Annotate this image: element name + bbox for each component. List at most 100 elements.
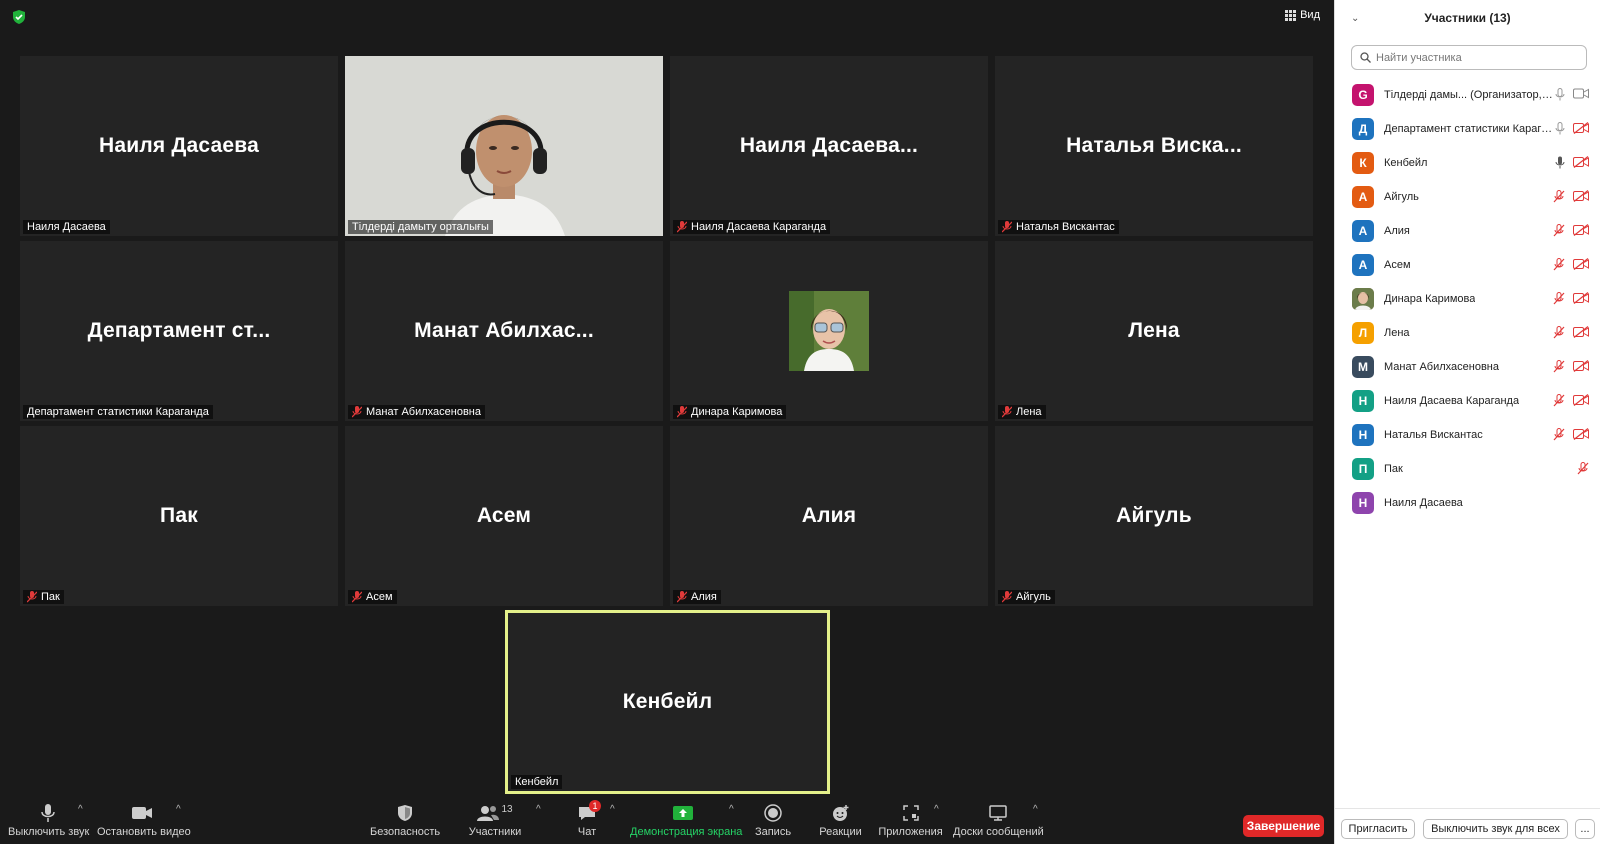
tile-label-text: Наиля Дасаева <box>27 221 106 233</box>
muted-mic-icon[interactable] <box>1553 360 1565 373</box>
person-video <box>345 56 663 236</box>
participant-row[interactable]: А Алия <box>1335 214 1600 248</box>
tile-display-name: Наталья Виска... <box>1066 134 1242 157</box>
participant-status-icons <box>1553 224 1589 237</box>
tile-display-name: Лена <box>1128 319 1180 342</box>
end-meeting-button[interactable]: Завершение <box>1243 815 1324 837</box>
invite-button[interactable]: Пригласить <box>1341 819 1415 839</box>
participant-row[interactable]: А Асем <box>1335 248 1600 282</box>
video-off-icon[interactable] <box>1573 156 1589 168</box>
participant-status-icons <box>1553 326 1589 339</box>
video-tile[interactable]: Манат Абилхас... Манат Абилхасеновна <box>345 241 663 421</box>
whiteboards-button[interactable]: Доски сообщений <box>953 802 1044 838</box>
muted-mic-icon[interactable] <box>1577 462 1589 475</box>
participant-row[interactable]: К Кенбейл <box>1335 146 1600 180</box>
share-options-caret[interactable]: ^ <box>729 804 734 815</box>
mute-button[interactable]: Выключить звук <box>8 802 89 838</box>
video-tile[interactable]: Департамент ст... Департамент статистики… <box>20 241 338 421</box>
security-button[interactable]: Безопасность <box>370 802 440 838</box>
video-tile[interactable]: Айгуль Айгуль <box>995 426 1313 606</box>
video-off-icon[interactable] <box>1573 394 1589 406</box>
video-tile[interactable]: Алия Алия <box>670 426 988 606</box>
tile-name-label: Алия <box>673 590 721 604</box>
muted-mic-icon[interactable] <box>1553 428 1565 441</box>
video-options-caret[interactable]: ^ <box>176 804 181 815</box>
tile-display-name: Департамент ст... <box>87 319 271 342</box>
video-tile[interactable]: Пак Пак <box>20 426 338 606</box>
microphone-icon[interactable] <box>1555 88 1565 101</box>
avatar: А <box>1352 186 1374 208</box>
video-tile[interactable]: Асем Асем <box>345 426 663 606</box>
participant-row[interactable]: Н Наталья Вискантас <box>1335 418 1600 452</box>
whiteboards-options-caret[interactable]: ^ <box>1033 804 1038 815</box>
chat-options-caret[interactable]: ^ <box>610 804 615 815</box>
participant-search[interactable] <box>1351 45 1587 70</box>
video-off-icon[interactable] <box>1573 326 1589 338</box>
active-speaker-tile[interactable]: Кенбейл Кенбейл <box>505 610 830 794</box>
video-off-icon[interactable] <box>1573 122 1589 134</box>
tile-name-label: Лена <box>998 405 1046 419</box>
share-screen-button[interactable]: Демонстрация экрана <box>630 802 742 838</box>
participant-row[interactable]: Н Наиля Дасаева Караганда <box>1335 384 1600 418</box>
video-tile-live[interactable]: Тілдерді дамыту орталығы <box>345 56 663 236</box>
view-label: Вид <box>1300 9 1320 21</box>
mute-all-button[interactable]: Выключить звук для всех <box>1423 819 1568 839</box>
more-options-button[interactable]: ... <box>1575 819 1595 839</box>
muted-mic-icon[interactable] <box>1553 258 1565 271</box>
record-button[interactable]: Запись <box>753 802 793 838</box>
video-off-icon[interactable] <box>1573 190 1589 202</box>
tile-label-text: Айгуль <box>1016 591 1051 603</box>
muted-mic-icon[interactable] <box>1553 292 1565 305</box>
participant-status-icons <box>1553 394 1589 407</box>
reactions-label: Реакции <box>819 826 862 838</box>
search-input[interactable] <box>1376 51 1576 64</box>
apps-options-caret[interactable]: ^ <box>934 804 939 815</box>
participant-row[interactable]: Динара Каримова <box>1335 282 1600 316</box>
participant-name: Кенбейл <box>1384 157 1428 169</box>
avatar: К <box>1352 152 1374 174</box>
participants-icon <box>477 806 500 821</box>
tile-name-label: Наиля Дасаева <box>23 220 110 234</box>
meeting-toolbar: Выключить звук ^ Остановить видео ^ Безо… <box>0 798 1334 844</box>
security-label: Безопасность <box>370 826 441 838</box>
stop-video-button[interactable]: Остановить видео <box>97 802 191 838</box>
participant-row[interactable]: А Айгуль <box>1335 180 1600 214</box>
video-tile[interactable]: Наиля Дасаева Наиля Дасаева <box>20 56 338 236</box>
participant-row[interactable]: G Тілдерді дамы... (Организатор, я) <box>1335 78 1600 112</box>
tile-name-label: Наиля Дасаева Караганда <box>673 220 831 234</box>
tile-display-name: Асем <box>476 504 532 527</box>
tile-label-text: Пак <box>41 591 60 603</box>
video-tile[interactable]: Лена Лена <box>995 241 1313 421</box>
participant-row[interactable]: М Манат Абилхасеновна <box>1335 350 1600 384</box>
participant-row[interactable]: Л Лена <box>1335 316 1600 350</box>
avatar: G <box>1352 84 1374 106</box>
zoom-app: Вид Наиля Дасаева Наиля Дасаева Тілдерді… <box>0 0 1600 844</box>
shield-icon[interactable] <box>12 10 26 24</box>
muted-mic-icon[interactable] <box>1553 394 1565 407</box>
participants-button[interactable]: 13 Участники <box>465 802 525 839</box>
video-off-icon[interactable] <box>1573 292 1589 304</box>
video-tile[interactable]: Наиля Дасаева... Наиля Дасаева Караганда <box>670 56 988 236</box>
microphone-icon[interactable] <box>1555 122 1565 135</box>
participant-row[interactable]: П Пак <box>1335 452 1600 486</box>
view-button[interactable]: Вид <box>1285 9 1320 21</box>
microphone-icon[interactable] <box>1555 156 1565 169</box>
participants-label: Участники <box>468 826 522 838</box>
muted-mic-icon[interactable] <box>1553 224 1565 237</box>
participants-options-caret[interactable]: ^ <box>536 804 541 815</box>
participant-row[interactable]: Н Наиля Дасаева <box>1335 486 1600 520</box>
muted-mic-icon[interactable] <box>1553 190 1565 203</box>
muted-mic-icon[interactable] <box>1553 326 1565 339</box>
video-camera-icon[interactable] <box>1573 88 1589 99</box>
video-off-icon[interactable] <box>1573 224 1589 236</box>
video-off-icon[interactable] <box>1573 258 1589 270</box>
chat-button[interactable]: 1 Чат <box>567 800 607 838</box>
video-tile[interactable]: Наталья Виска... Наталья Вискантас <box>995 56 1313 236</box>
tile-name-label: Наталья Вискантас <box>998 220 1119 234</box>
reactions-button[interactable]: Реакции <box>818 802 863 838</box>
video-tile[interactable]: Динара Каримова <box>670 241 988 421</box>
video-off-icon[interactable] <box>1573 428 1589 440</box>
audio-options-caret[interactable]: ^ <box>78 804 83 815</box>
video-off-icon[interactable] <box>1573 360 1589 372</box>
participant-row[interactable]: Д Департамент статистики Караганда <box>1335 112 1600 146</box>
